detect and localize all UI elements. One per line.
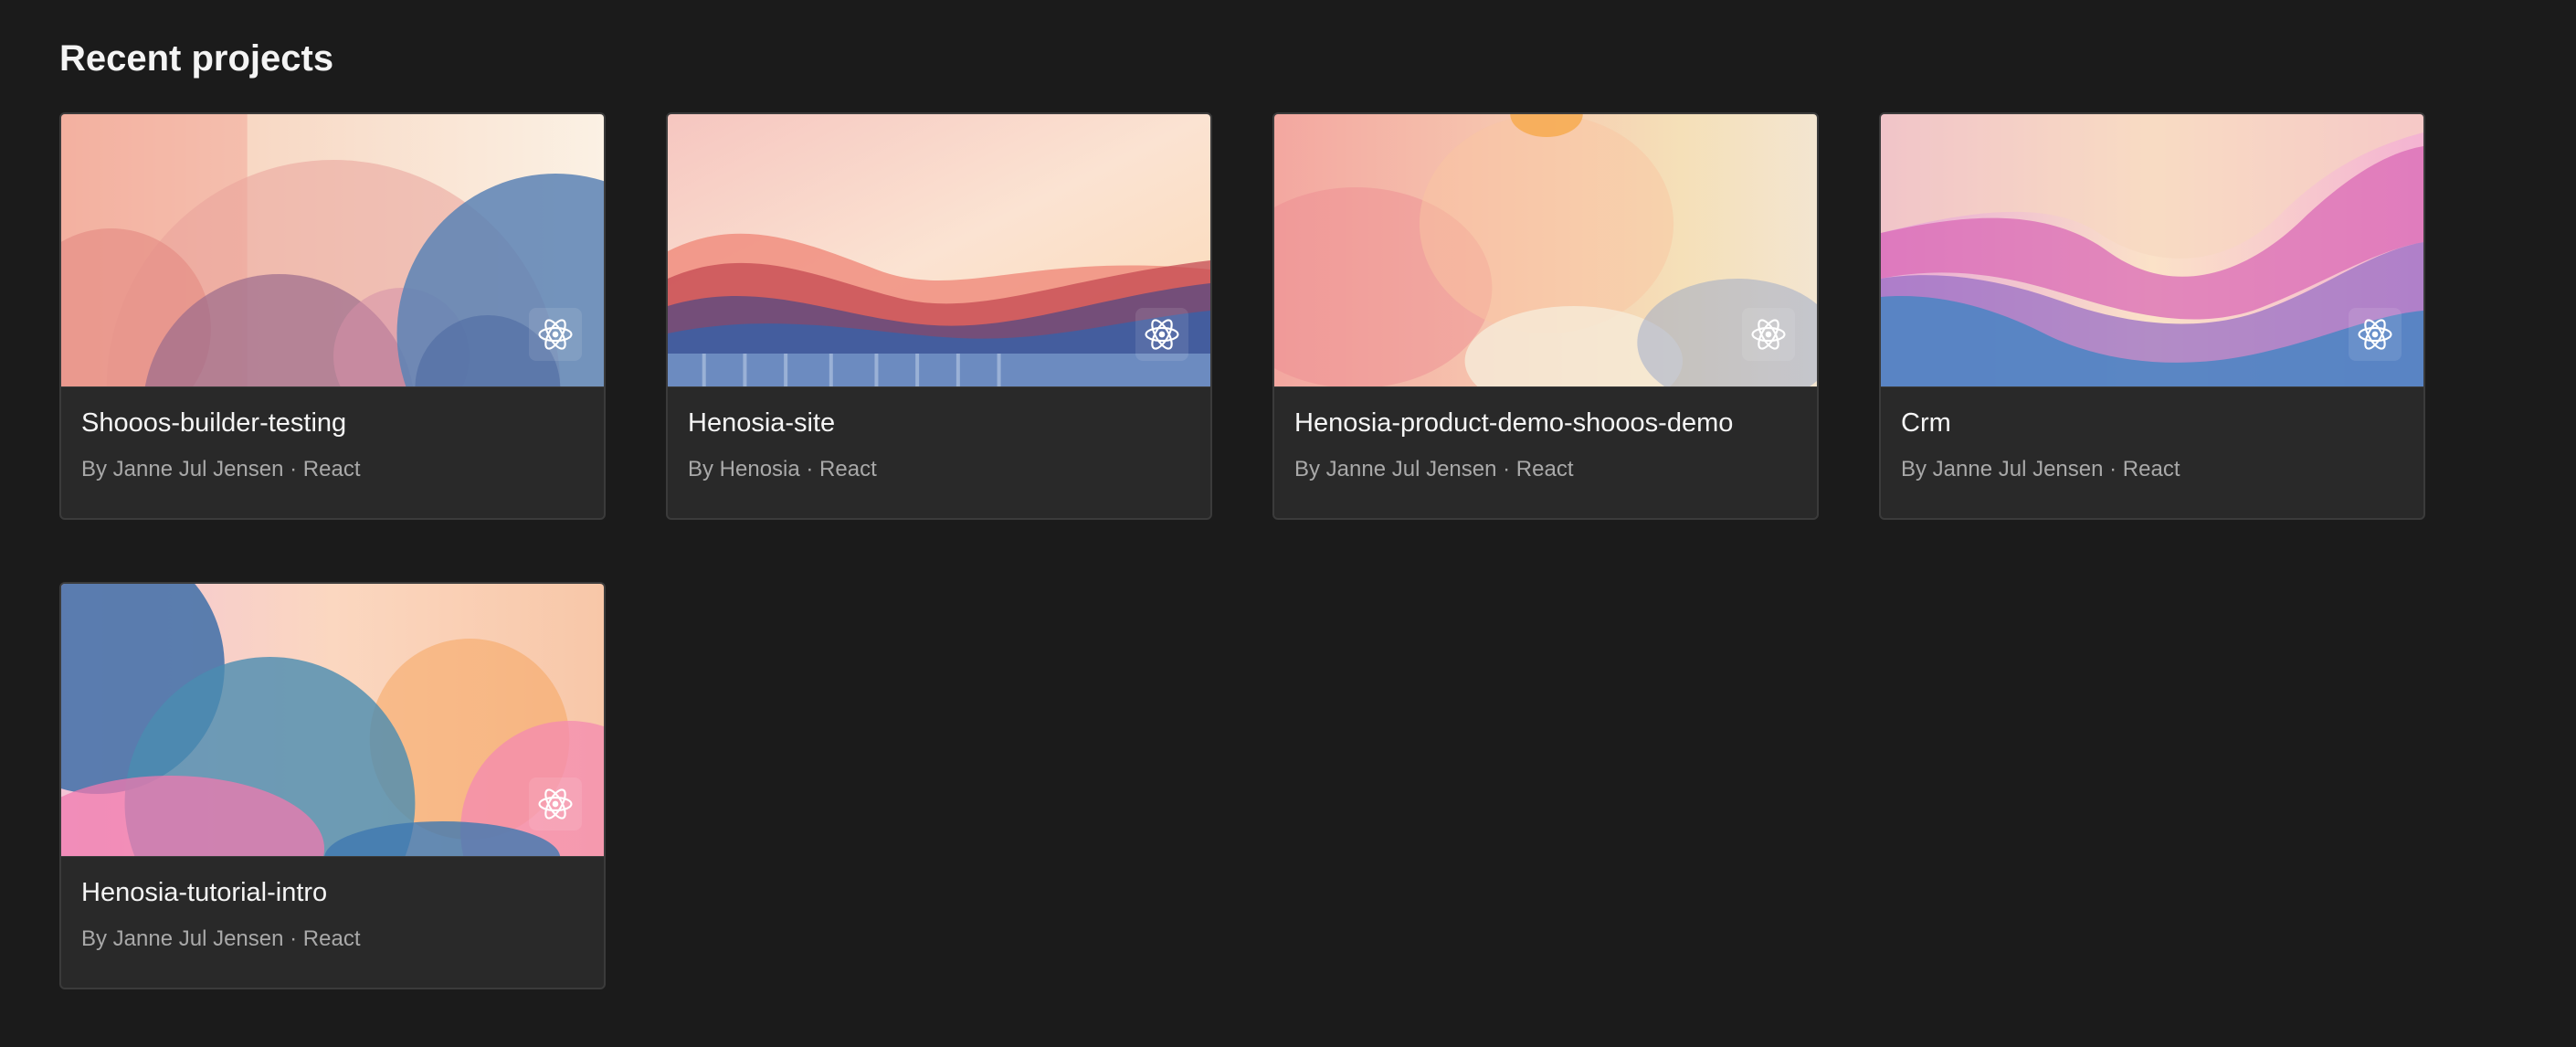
- project-card[interactable]: Henosia-site By Henosia · React: [666, 112, 1212, 520]
- project-meta: By Henosia · React: [688, 457, 877, 481]
- section-title: Recent projects: [59, 38, 334, 79]
- project-name: Shooos-builder-testing: [81, 408, 347, 438]
- project-name: Henosia-product-demo-shooos-demo: [1294, 408, 1734, 438]
- react-icon: [529, 308, 582, 361]
- project-meta: By Janne Jul Jensen · React: [81, 926, 361, 951]
- project-thumbnail: [61, 114, 604, 387]
- project-card[interactable]: Shooos-builder-testing By Janne Jul Jens…: [59, 112, 606, 520]
- project-thumbnail: [1881, 114, 2423, 387]
- project-name: Crm: [1901, 408, 1951, 438]
- project-meta: By Janne Jul Jensen · React: [1901, 457, 2180, 481]
- project-name: Henosia-site: [688, 408, 836, 438]
- project-thumbnail: [61, 584, 604, 857]
- project-card[interactable]: Henosia-product-demo-shooos-demo By Jann…: [1272, 112, 1819, 520]
- react-icon: [2349, 308, 2402, 361]
- project-meta: By Janne Jul Jensen · React: [1294, 457, 1574, 481]
- project-thumbnail: [1274, 114, 1817, 387]
- react-icon: [1742, 308, 1795, 361]
- project-meta: By Janne Jul Jensen · React: [81, 457, 361, 481]
- project-thumbnail: [668, 114, 1210, 387]
- react-icon: [529, 777, 582, 830]
- project-card[interactable]: Henosia-tutorial-intro By Janne Jul Jens…: [59, 582, 606, 989]
- react-icon: [1135, 308, 1188, 361]
- project-name: Henosia-tutorial-intro: [81, 878, 328, 907]
- project-card[interactable]: Crm By Janne Jul Jensen · React: [1879, 112, 2425, 520]
